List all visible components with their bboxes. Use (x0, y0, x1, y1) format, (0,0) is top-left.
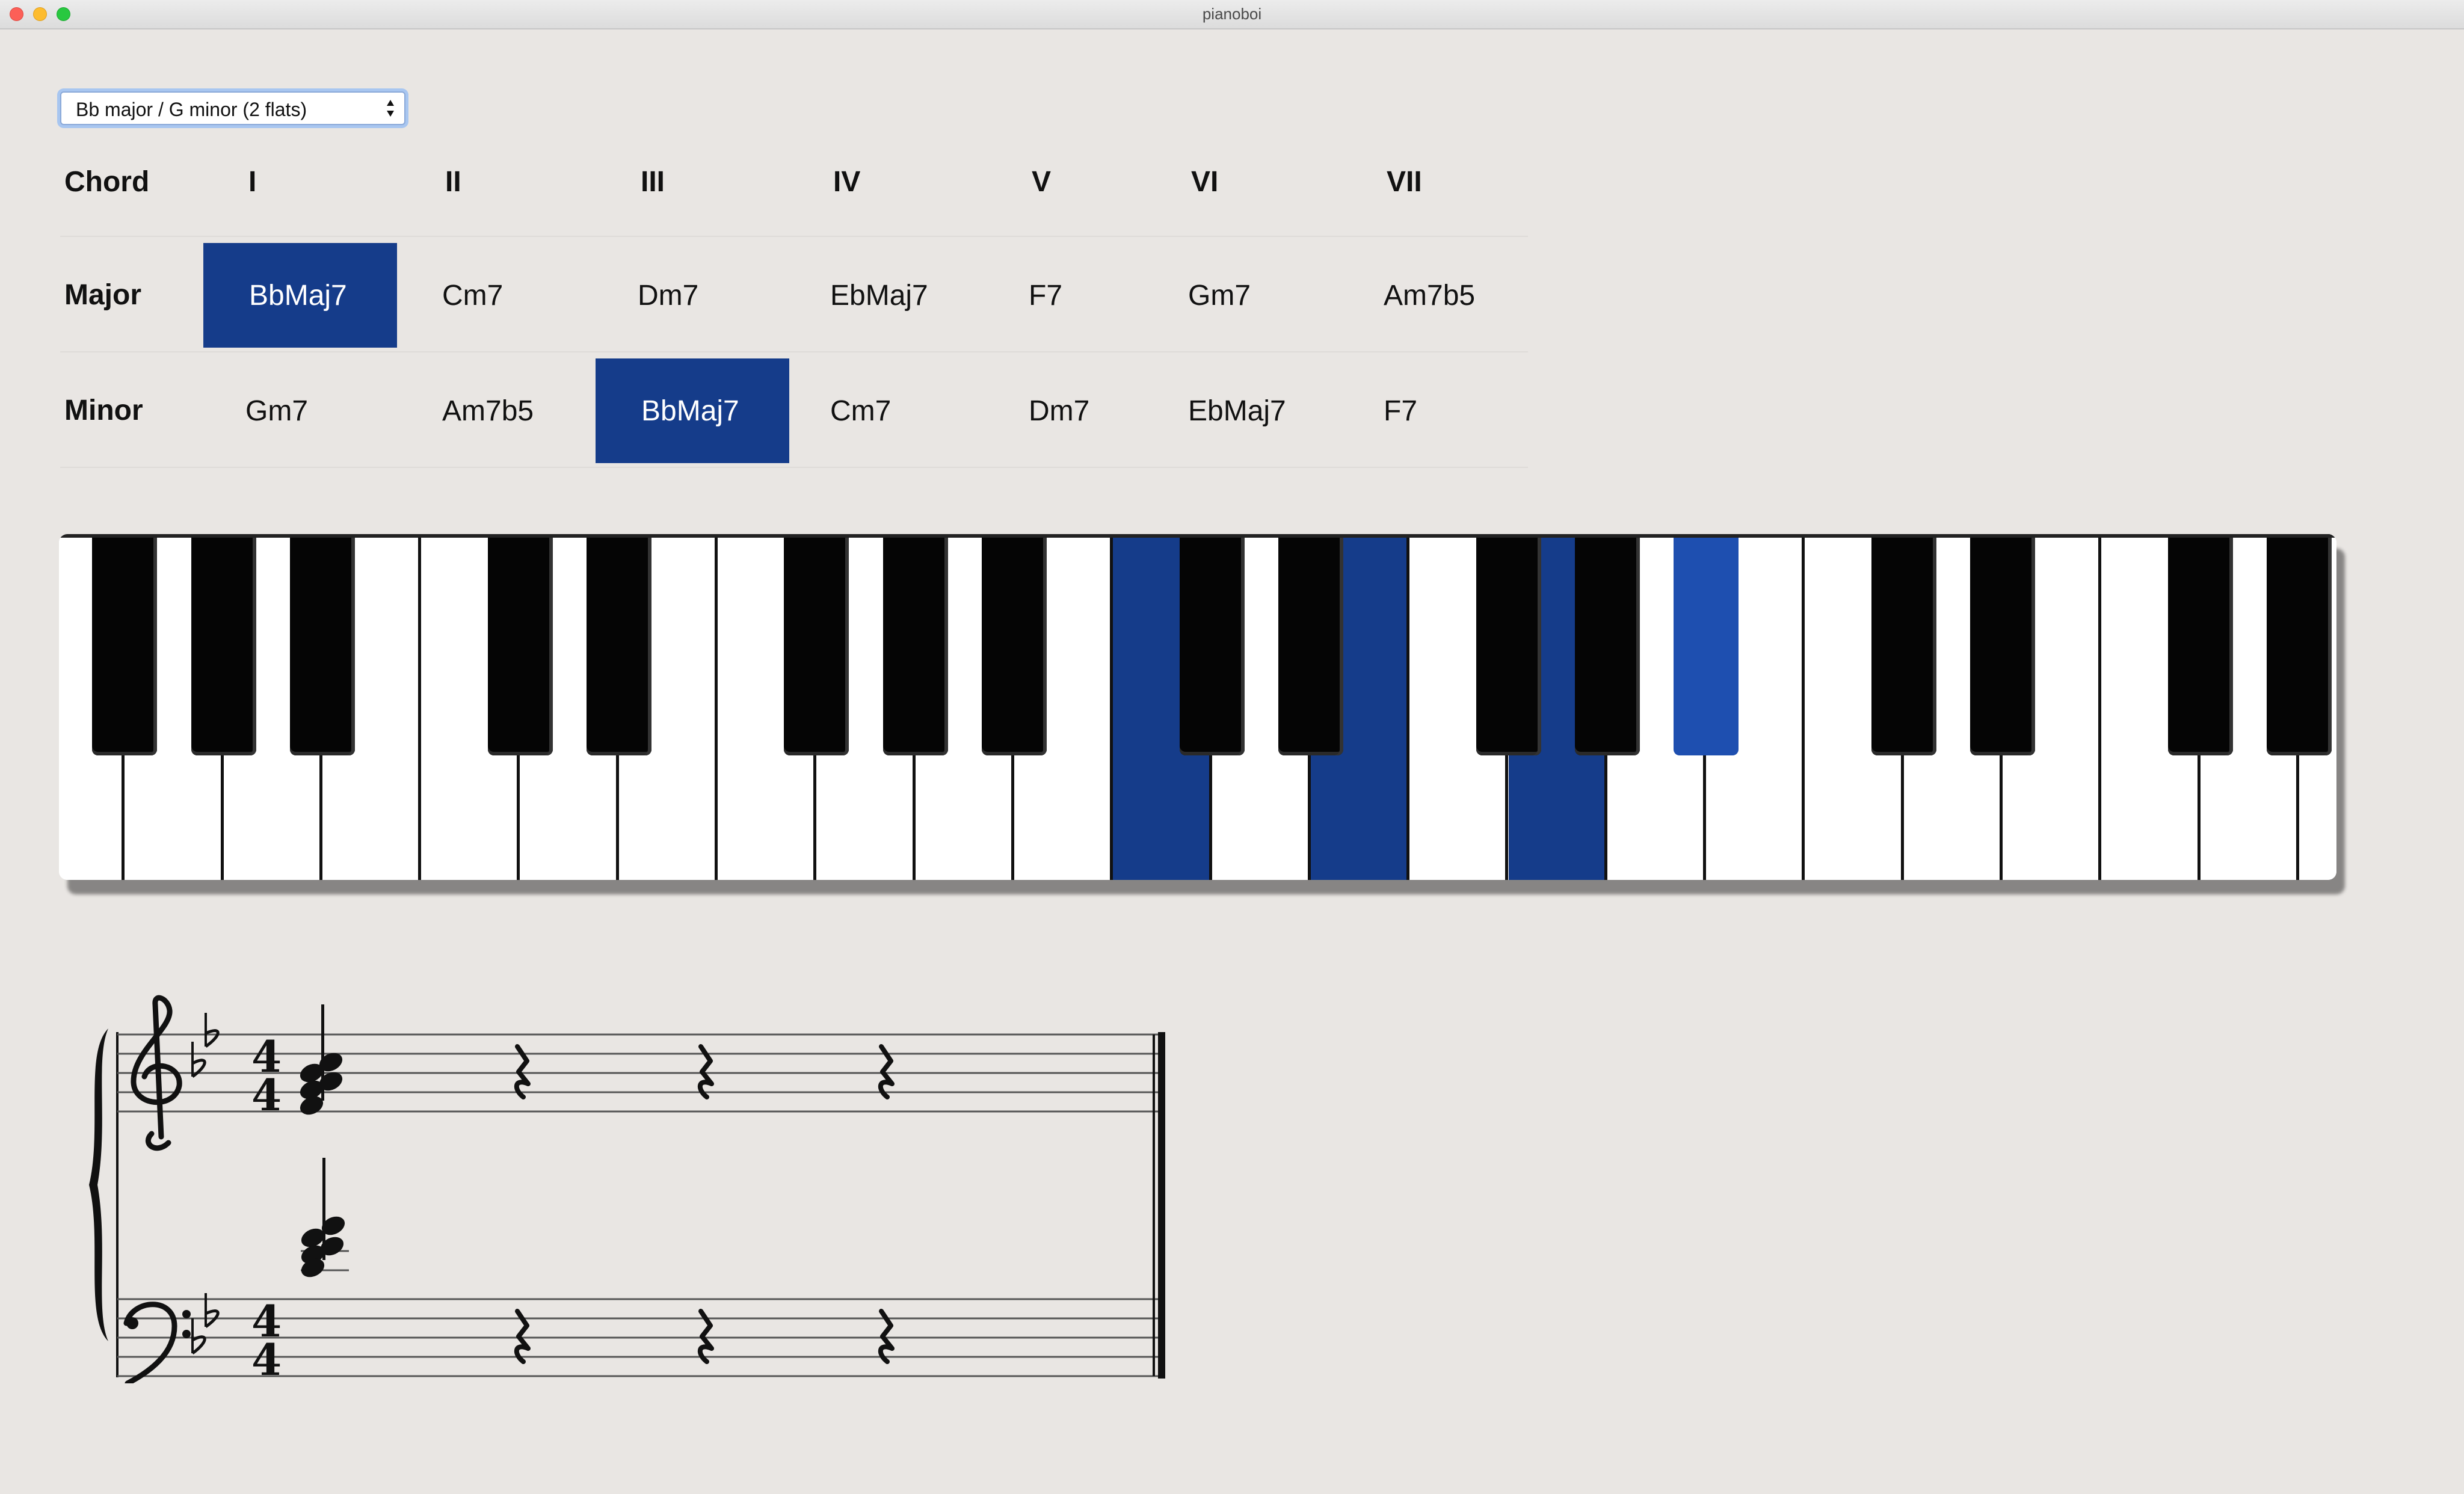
black-key[interactable] (191, 534, 256, 755)
window-titlebar: pianoboi (0, 0, 2464, 29)
bass-clef-icon (123, 1302, 191, 1383)
chord-cell[interactable]: Am7b5 (400, 358, 594, 463)
select-arrows-icon (387, 100, 394, 117)
degree-header-iv: IV (833, 165, 861, 198)
black-key[interactable] (1476, 534, 1541, 755)
chord-header-label: Chord (64, 165, 150, 198)
chord-cell[interactable]: Am7b5 (1341, 243, 1522, 348)
black-key[interactable] (2266, 534, 2332, 755)
black-key[interactable] (2167, 534, 2233, 755)
time-signature-treble: 4 4 (251, 1031, 282, 1120)
chord-cell[interactable]: Gm7 (1146, 243, 1340, 348)
black-key[interactable] (982, 534, 1047, 755)
flat-icon (191, 1013, 220, 1078)
chord-cell[interactable]: Gm7 (203, 358, 397, 463)
black-key[interactable] (586, 534, 651, 755)
black-key[interactable] (487, 534, 553, 755)
window-title: pianoboi (1202, 5, 1262, 23)
degree-header-v: V (1032, 165, 1052, 198)
chord-cell[interactable]: F7 (1341, 358, 1522, 463)
black-key[interactable] (784, 534, 849, 755)
black-key[interactable] (1179, 534, 1245, 755)
svg-text:4: 4 (251, 1334, 282, 1383)
black-key[interactable] (1574, 534, 1640, 755)
chord-cell[interactable]: Dm7 (987, 358, 1144, 463)
music-score: 4 4 4 4 (89, 995, 1165, 1383)
degree-header-ii: II (445, 165, 461, 198)
chord-cell[interactable]: F7 (987, 243, 1144, 348)
black-key[interactable] (92, 534, 158, 755)
key-select-value: Bb major / G minor (2 flats) (76, 99, 307, 120)
flat-icon (191, 1293, 220, 1355)
chord-cell[interactable]: BbMaj7 (203, 243, 397, 348)
bass-chord (301, 1158, 349, 1277)
table-divider (60, 467, 1528, 468)
row-label-minor: Minor (64, 394, 143, 426)
black-key[interactable] (1970, 534, 2035, 755)
black-key[interactable] (289, 534, 355, 755)
black-key[interactable] (882, 534, 948, 755)
grand-staff-brace (89, 1028, 108, 1341)
keyboard-top-rail (59, 534, 2336, 538)
degree-header-vi: VI (1191, 165, 1219, 198)
chord-cell[interactable]: Cm7 (400, 243, 594, 348)
time-signature-bass: 4 4 (251, 1296, 282, 1383)
degree-header-iii: III (641, 165, 665, 198)
table-divider (60, 236, 1528, 237)
chord-cell[interactable]: BbMaj7 (596, 358, 789, 463)
chord-cell[interactable]: Cm7 (788, 358, 982, 463)
row-label-major: Major (64, 278, 142, 311)
piano-keyboard[interactable] (59, 534, 2336, 880)
degree-header-vii: VII (1387, 165, 1422, 198)
chord-cell[interactable]: EbMaj7 (1146, 358, 1340, 463)
black-key[interactable] (1278, 534, 1343, 755)
black-key[interactable] (1871, 534, 1936, 755)
table-divider (60, 351, 1528, 352)
treble-chord (300, 1004, 343, 1115)
key-select[interactable]: Bb major / G minor (2 flats) (60, 91, 405, 125)
black-key-pressed[interactable] (1674, 534, 1739, 755)
chord-cell[interactable]: EbMaj7 (788, 243, 982, 348)
svg-text:4: 4 (251, 1069, 282, 1120)
chord-cell[interactable]: Dm7 (596, 243, 789, 348)
degree-header-i: I (248, 165, 257, 198)
